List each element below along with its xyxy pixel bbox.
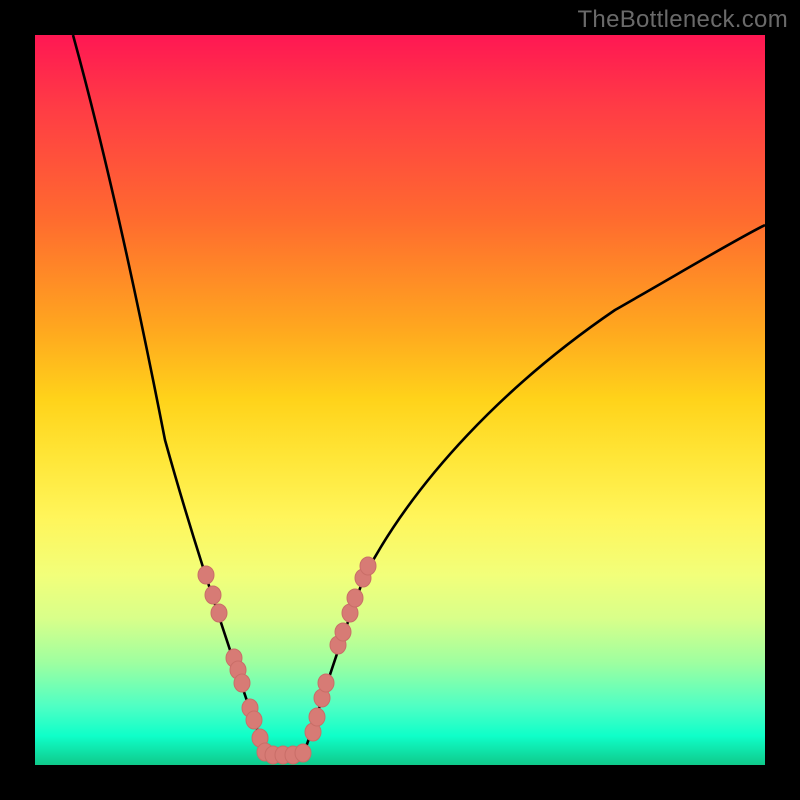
marker-dot [309,708,325,726]
curve-right-branch [303,225,765,755]
curve-left-branch [73,35,267,755]
marker-dot [318,674,334,692]
marker-dot [226,649,242,667]
marker-dot [342,604,358,622]
marker-dot [242,699,258,717]
marker-dot [347,589,363,607]
marker-dot [314,689,330,707]
curve-valley-floor [267,755,303,758]
marker-dot [198,566,214,584]
marker-dot [234,674,250,692]
plot-area [35,35,765,765]
marker-dot [360,557,376,575]
marker-dot [330,636,346,654]
marker-dot [275,746,291,764]
marker-layer [198,557,376,764]
marker-dot [305,723,321,741]
marker-dot [355,569,371,587]
marker-dot [252,729,268,747]
chart-frame: TheBottleneck.com [0,0,800,800]
marker-dot [230,661,246,679]
marker-dot [205,586,221,604]
marker-dot [285,746,301,764]
chart-svg [35,35,765,765]
marker-dot [246,711,262,729]
marker-dot [265,746,281,764]
marker-dot [257,743,273,761]
marker-dot [211,604,227,622]
watermark-text: TheBottleneck.com [577,6,788,34]
marker-dot [335,623,351,641]
marker-dot [295,744,311,762]
